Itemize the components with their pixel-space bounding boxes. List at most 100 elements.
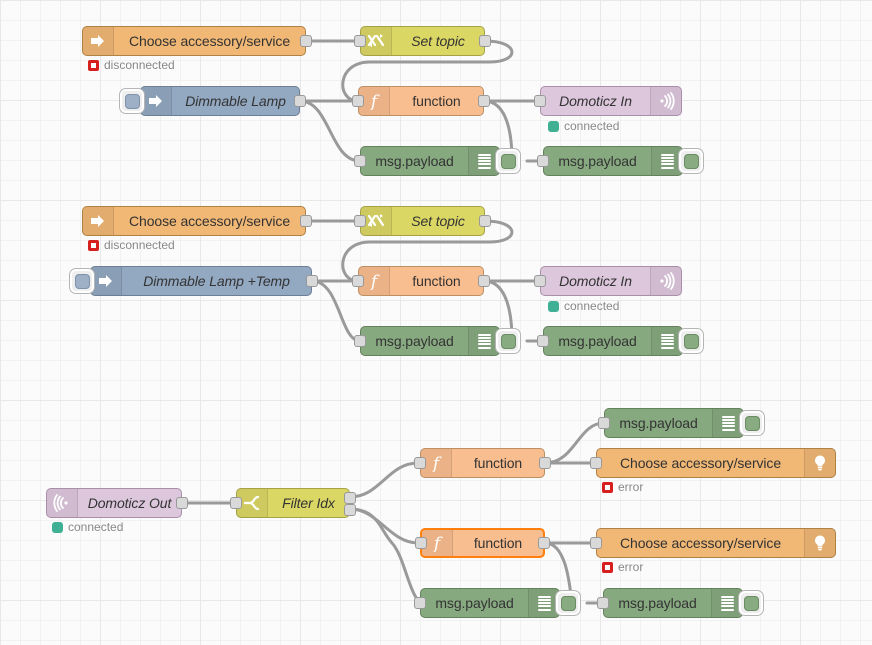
debug-stripes-icon: [468, 327, 499, 355]
input-port[interactable]: [534, 95, 546, 107]
node-label: Filter Idx: [282, 495, 335, 511]
node-label: msg.payload: [435, 595, 514, 611]
status-connected-3: connected: [52, 520, 123, 534]
node-domoticz-out[interactable]: Domoticz Out: [46, 488, 188, 518]
output-port-2[interactable]: [344, 504, 356, 516]
flow-canvas[interactable]: Choose accessory/service disconnected Se…: [0, 0, 872, 645]
input-port[interactable]: [352, 275, 364, 287]
status-text: connected: [564, 299, 620, 313]
input-port[interactable]: [598, 417, 610, 429]
node-label: function: [473, 455, 523, 471]
lightbulb-icon: [804, 529, 835, 557]
debug-toggle-button-3[interactable]: [496, 329, 520, 353]
node-debug-6[interactable]: msg.payload: [414, 588, 580, 618]
input-port[interactable]: [230, 497, 242, 509]
status-text: error: [618, 480, 644, 494]
node-dimmable-lamp-temp[interactable]: Dimmable Lamp +Temp: [70, 266, 318, 296]
node-domoticz-in-2[interactable]: Domoticz In: [534, 266, 682, 296]
input-port[interactable]: [537, 155, 549, 167]
node-function-4[interactable]: f function: [415, 528, 550, 558]
debug-toggle-button-5[interactable]: [740, 411, 764, 435]
input-port[interactable]: [354, 335, 366, 347]
node-label: function: [473, 535, 523, 551]
output-port[interactable]: [538, 537, 550, 549]
input-port[interactable]: [597, 597, 609, 609]
node-function-3[interactable]: f function: [414, 448, 551, 478]
input-port[interactable]: [534, 275, 546, 287]
input-port[interactable]: [415, 537, 427, 549]
status-disconnected-1: disconnected: [88, 58, 175, 72]
node-label: Choose accessory/service: [129, 33, 290, 49]
input-port[interactable]: [590, 537, 602, 549]
debug-stripes-icon: [528, 589, 559, 617]
status-dot-error-icon: [602, 561, 613, 573]
node-domoticz-in-1[interactable]: Domoticz In: [534, 86, 682, 116]
wire: [348, 507, 420, 545]
node-choose-accessory-service-1[interactable]: Choose accessory/service: [82, 26, 312, 56]
node-set-topic-1[interactable]: Set topic: [354, 26, 491, 56]
inject-button-2[interactable]: [70, 269, 94, 293]
svg-text:f: f: [432, 534, 443, 552]
output-port[interactable]: [479, 35, 491, 47]
input-port[interactable]: [414, 597, 426, 609]
input-port[interactable]: [354, 155, 366, 167]
node-choose-accessory-service-4[interactable]: Choose accessory/service: [590, 528, 836, 558]
node-debug-3[interactable]: msg.payload: [354, 326, 520, 356]
node-debug-1[interactable]: msg.payload: [354, 146, 520, 176]
node-label: function: [412, 93, 461, 109]
inject-button-1[interactable]: [120, 89, 144, 113]
debug-toggle-button-2[interactable]: [679, 149, 703, 173]
node-dimmable-lamp[interactable]: Dimmable Lamp: [120, 86, 306, 116]
input-port[interactable]: [352, 95, 364, 107]
output-port-1[interactable]: [344, 492, 356, 504]
node-choose-accessory-service-3[interactable]: Choose accessory/service: [590, 448, 836, 478]
output-port[interactable]: [176, 497, 188, 509]
debug-toggle-button-6[interactable]: [556, 591, 580, 615]
debug-stripes-icon: [651, 327, 682, 355]
wire: [348, 507, 422, 605]
node-label: Domoticz Out: [87, 495, 172, 511]
input-port[interactable]: [590, 457, 602, 469]
arrow-right-icon: [83, 207, 114, 235]
input-port[interactable]: [537, 335, 549, 347]
node-debug-4[interactable]: msg.payload: [537, 326, 703, 356]
node-set-topic-2[interactable]: Set topic: [354, 206, 491, 236]
node-debug-7[interactable]: msg.payload: [597, 588, 763, 618]
signal-waves-icon: [650, 267, 681, 295]
node-choose-accessory-service-2[interactable]: Choose accessory/service: [82, 206, 312, 236]
node-debug-5[interactable]: msg.payload: [598, 408, 764, 438]
output-port[interactable]: [479, 215, 491, 227]
input-port[interactable]: [354, 35, 366, 47]
output-port[interactable]: [539, 457, 551, 469]
wire: [310, 279, 362, 343]
node-label: Set topic: [411, 33, 465, 49]
output-port[interactable]: [294, 95, 306, 107]
output-port[interactable]: [478, 275, 490, 287]
debug-stripes-icon: [711, 589, 742, 617]
node-label: msg.payload: [558, 333, 637, 349]
debug-toggle-button-7[interactable]: [739, 591, 763, 615]
arrow-right-icon: [141, 87, 172, 115]
output-port[interactable]: [306, 275, 318, 287]
node-function-2[interactable]: f function: [352, 266, 490, 296]
status-text: disconnected: [104, 238, 175, 252]
status-dot-ok-icon: [548, 300, 559, 312]
status-text: connected: [68, 520, 124, 534]
status-dot-error-icon: [88, 59, 99, 71]
node-function-1[interactable]: f function: [352, 86, 490, 116]
output-port[interactable]: [300, 215, 312, 227]
node-debug-2[interactable]: msg.payload: [537, 146, 703, 176]
node-label: Dimmable Lamp: [185, 93, 286, 109]
input-port[interactable]: [414, 457, 426, 469]
status-dot-ok-icon: [52, 521, 63, 533]
status-connected-2: connected: [548, 299, 619, 313]
debug-toggle-button-4[interactable]: [679, 329, 703, 353]
debug-toggle-button-1[interactable]: [496, 149, 520, 173]
output-port[interactable]: [478, 95, 490, 107]
node-filter-idx[interactable]: Filter Idx: [230, 488, 356, 518]
status-dot-error-icon: [88, 239, 99, 251]
output-port[interactable]: [300, 35, 312, 47]
input-port[interactable]: [354, 215, 366, 227]
node-label: msg.payload: [619, 415, 698, 431]
debug-stripes-icon: [468, 147, 499, 175]
